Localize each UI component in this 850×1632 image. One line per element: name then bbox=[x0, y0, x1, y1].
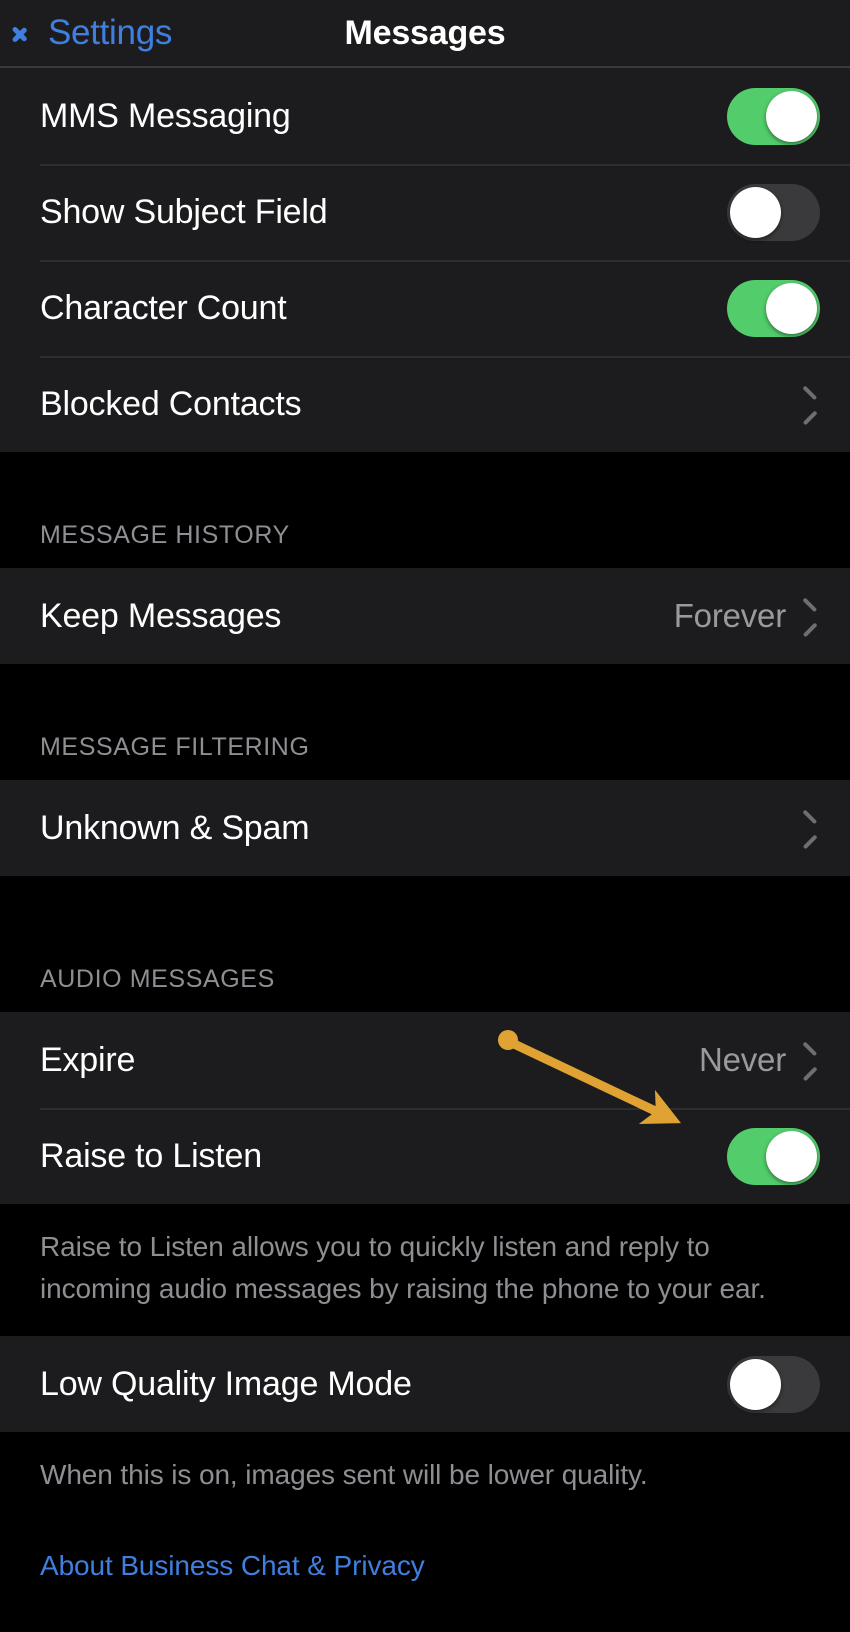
row-label: MMS Messaging bbox=[40, 96, 291, 135]
back-button[interactable]: Settings bbox=[0, 13, 172, 53]
row-accessory bbox=[804, 389, 820, 419]
section-header-message-filtering: MESSAGE FILTERING bbox=[0, 664, 850, 780]
row-accessory: Forever bbox=[674, 597, 820, 635]
row-label: Character Count bbox=[40, 288, 287, 327]
row-accessory bbox=[727, 279, 820, 337]
footnote-low-quality-image-mode: When this is on, images sent will be low… bbox=[0, 1432, 850, 1522]
show-subject-field-toggle[interactable] bbox=[727, 183, 820, 241]
section-header-message-history: MESSAGE HISTORY bbox=[0, 452, 850, 568]
row-label: Low Quality Image Mode bbox=[40, 1364, 412, 1403]
chevron-left-icon bbox=[22, 16, 42, 50]
toggle-knob bbox=[766, 90, 817, 142]
row-accessory bbox=[727, 87, 820, 145]
row-value: Forever bbox=[673, 597, 786, 634]
toggle-knob bbox=[730, 186, 781, 238]
mms-messaging-toggle[interactable] bbox=[727, 87, 820, 145]
row-low-quality-image-mode[interactable]: Low Quality Image Mode bbox=[0, 1336, 850, 1432]
phone-screen: Settings Messages MMS Messaging Show Sub… bbox=[0, 0, 850, 1632]
row-label: Keep Messages bbox=[40, 596, 282, 635]
chevron-right-icon bbox=[804, 1045, 820, 1075]
chevron-right-icon bbox=[804, 813, 820, 843]
settings-group-audio-messages: Expire Never Raise to Listen bbox=[0, 1012, 850, 1204]
character-count-toggle[interactable] bbox=[727, 279, 820, 337]
row-accessory: Never bbox=[699, 1041, 820, 1079]
row-raise-to-listen[interactable]: Raise to Listen bbox=[0, 1108, 850, 1204]
row-keep-messages[interactable]: Keep Messages Forever bbox=[0, 568, 850, 664]
row-label: Blocked Contacts bbox=[40, 384, 302, 423]
row-show-subject-field[interactable]: Show Subject Field bbox=[0, 164, 850, 260]
raise-to-listen-toggle[interactable] bbox=[727, 1127, 820, 1185]
row-label: Unknown & Spam bbox=[40, 808, 310, 847]
settings-group-general: MMS Messaging Show Subject Field Charact… bbox=[0, 68, 850, 452]
row-label: Raise to Listen bbox=[40, 1136, 262, 1175]
chevron-right-icon bbox=[804, 601, 820, 631]
toggle-knob bbox=[766, 1130, 817, 1182]
settings-group-message-history: Keep Messages Forever bbox=[0, 568, 850, 664]
row-accessory bbox=[727, 1355, 820, 1413]
settings-group-image-quality: Low Quality Image Mode bbox=[0, 1336, 850, 1432]
back-button-label: Settings bbox=[48, 13, 173, 52]
about-business-chat-privacy-link[interactable]: About Business Chat & Privacy bbox=[40, 1550, 425, 1581]
section-header-audio-messages: AUDIO MESSAGES bbox=[0, 876, 850, 1012]
footnote-raise-to-listen: Raise to Listen allows you to quickly li… bbox=[0, 1204, 850, 1336]
row-accessory bbox=[727, 1127, 820, 1185]
row-unknown-and-spam[interactable]: Unknown & Spam bbox=[0, 780, 850, 876]
chevron-right-icon bbox=[804, 389, 820, 419]
row-accessory bbox=[727, 183, 820, 241]
toggle-knob bbox=[730, 1358, 781, 1410]
row-accessory bbox=[804, 813, 820, 843]
link-row: About Business Chat & Privacy bbox=[0, 1522, 850, 1582]
row-mms-messaging[interactable]: MMS Messaging bbox=[0, 68, 850, 164]
toggle-knob bbox=[766, 282, 817, 334]
settings-group-message-filtering: Unknown & Spam bbox=[0, 780, 850, 876]
row-blocked-contacts[interactable]: Blocked Contacts bbox=[0, 356, 850, 452]
row-value: Never bbox=[698, 1041, 786, 1078]
row-label: Expire bbox=[40, 1040, 136, 1079]
row-expire[interactable]: Expire Never bbox=[0, 1012, 850, 1108]
row-label: Show Subject Field bbox=[40, 192, 328, 231]
row-character-count[interactable]: Character Count bbox=[0, 260, 850, 356]
navigation-bar: Settings Messages bbox=[0, 0, 850, 68]
low-quality-image-mode-toggle[interactable] bbox=[727, 1355, 820, 1413]
